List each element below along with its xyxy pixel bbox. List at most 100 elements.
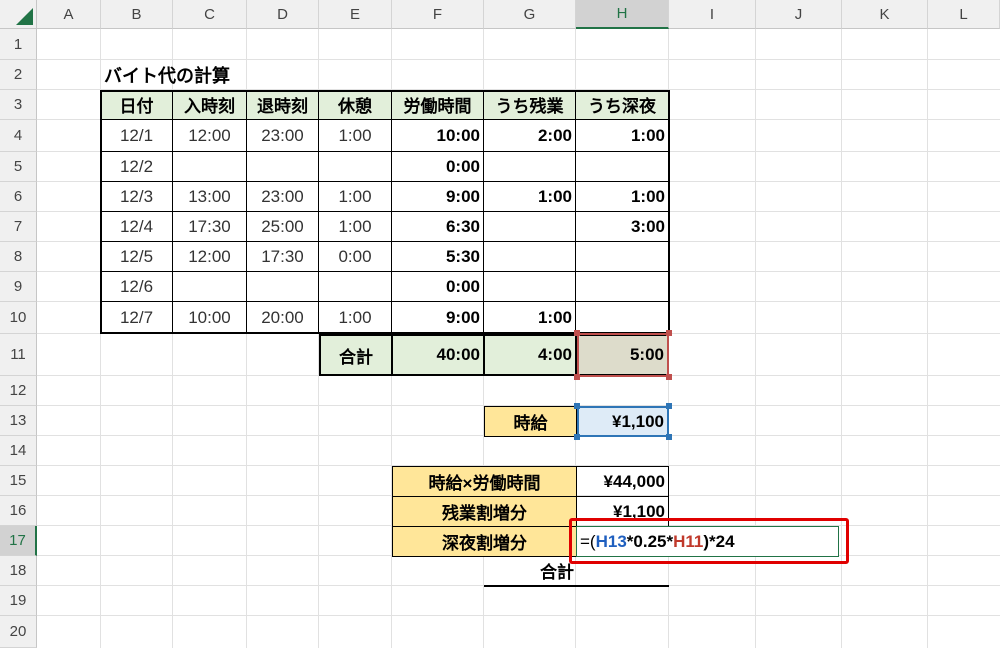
column-header-f[interactable]: F (392, 0, 484, 29)
table-cell[interactable]: 3:00 (576, 212, 669, 242)
sheet-title[interactable]: バイト代の計算 (101, 60, 401, 90)
table-cell[interactable]: 12:00 (173, 120, 247, 152)
table-cell[interactable]: 10:00 (173, 302, 247, 334)
column-header-g[interactable]: G (484, 0, 576, 29)
table-cell[interactable]: 1:00 (576, 120, 669, 152)
table-cell[interactable]: 12/5 (101, 242, 173, 272)
summary-label-cell[interactable]: 深夜割増分 (392, 526, 577, 557)
row-header-3[interactable]: 3 (0, 90, 37, 120)
table-cell[interactable]: 9:00 (392, 182, 484, 212)
row-header-12[interactable]: 12 (0, 376, 37, 406)
table-cell[interactable] (247, 272, 319, 302)
table-cell[interactable]: 1:00 (319, 302, 392, 334)
row-header-4[interactable]: 4 (0, 120, 37, 152)
table-cell[interactable] (247, 152, 319, 182)
table-cell[interactable]: 0:00 (392, 272, 484, 302)
table-cell[interactable]: 10:00 (392, 120, 484, 152)
grand-total-value-cell[interactable] (576, 556, 669, 587)
table-cell[interactable] (319, 272, 392, 302)
grand-total-label-cell[interactable]: 合計 (484, 556, 577, 587)
rate-value-cell[interactable]: ¥1,100 (577, 406, 669, 437)
total-work-cell[interactable]: 40:00 (392, 334, 485, 376)
table-cell[interactable] (576, 272, 669, 302)
table-cell[interactable]: 12/6 (101, 272, 173, 302)
row-header-11[interactable]: 11 (0, 334, 37, 376)
row-header-2[interactable]: 2 (0, 60, 37, 90)
select-all-button[interactable] (0, 0, 37, 29)
table-cell[interactable] (173, 152, 247, 182)
column-header-i[interactable]: I (669, 0, 756, 29)
table-cell[interactable]: 12:00 (173, 242, 247, 272)
total-label-cell[interactable]: 合計 (319, 334, 393, 376)
table-cell[interactable]: 1:00 (576, 182, 669, 212)
table-header-cell[interactable]: 労働時間 (392, 90, 484, 120)
table-cell[interactable]: 17:30 (173, 212, 247, 242)
table-cell[interactable]: 12/2 (101, 152, 173, 182)
row-header-10[interactable]: 10 (0, 302, 37, 334)
row-header-14[interactable]: 14 (0, 436, 37, 466)
table-header-cell[interactable]: 休憩 (319, 90, 392, 120)
table-cell[interactable] (576, 152, 669, 182)
column-header-l[interactable]: L (928, 0, 1000, 29)
table-cell[interactable] (484, 242, 576, 272)
column-header-c[interactable]: C (173, 0, 247, 29)
table-cell[interactable]: 12/4 (101, 212, 173, 242)
row-header-1[interactable]: 1 (0, 29, 37, 60)
row-header-19[interactable]: 19 (0, 586, 37, 616)
table-cell[interactable]: 12/3 (101, 182, 173, 212)
table-cell[interactable]: 23:00 (247, 120, 319, 152)
formula-edit-cell[interactable]: =(H13 *0.25* H11)*24 (576, 526, 839, 557)
rate-label-cell[interactable]: 時給 (484, 406, 577, 437)
table-cell[interactable]: 12/1 (101, 120, 173, 152)
column-header-a[interactable]: A (37, 0, 101, 29)
table-cell[interactable]: 0:00 (319, 242, 392, 272)
table-cell[interactable]: 9:00 (392, 302, 484, 334)
table-cell[interactable]: 5:30 (392, 242, 484, 272)
table-cell[interactable]: 12/7 (101, 302, 173, 334)
table-header-cell[interactable]: うち深夜 (576, 90, 669, 120)
column-header-d[interactable]: D (247, 0, 319, 29)
table-cell[interactable] (484, 212, 576, 242)
table-cell[interactable]: 25:00 (247, 212, 319, 242)
row-header-18[interactable]: 18 (0, 556, 37, 586)
table-cell[interactable]: 17:30 (247, 242, 319, 272)
column-header-j[interactable]: J (756, 0, 842, 29)
table-header-cell[interactable]: 日付 (101, 90, 173, 120)
row-header-5[interactable]: 5 (0, 152, 37, 182)
column-header-e[interactable]: E (319, 0, 392, 29)
table-cell[interactable]: 20:00 (247, 302, 319, 334)
table-header-cell[interactable]: 退時刻 (247, 90, 319, 120)
row-header-7[interactable]: 7 (0, 212, 37, 242)
table-cell[interactable] (484, 272, 576, 302)
table-cell[interactable]: 6:30 (392, 212, 484, 242)
table-cell[interactable] (576, 242, 669, 272)
summary-label-cell[interactable]: 残業割増分 (392, 496, 577, 527)
row-header-20[interactable]: 20 (0, 616, 37, 648)
column-header-k[interactable]: K (842, 0, 928, 29)
table-cell[interactable]: 13:00 (173, 182, 247, 212)
table-cell[interactable] (173, 272, 247, 302)
table-cell[interactable] (319, 152, 392, 182)
table-cell[interactable]: 1:00 (319, 120, 392, 152)
table-header-cell[interactable]: 入時刻 (173, 90, 247, 120)
summary-label-cell[interactable]: 時給×労働時間 (392, 466, 577, 497)
summary-value-cell[interactable]: ¥1,100 (576, 496, 669, 527)
total-night-cell[interactable]: 5:00 (576, 334, 669, 376)
row-header-16[interactable]: 16 (0, 496, 37, 526)
table-cell[interactable]: 23:00 (247, 182, 319, 212)
column-header-h[interactable]: H (576, 0, 669, 29)
row-header-17[interactable]: 17 (0, 526, 37, 556)
table-cell[interactable]: 0:00 (392, 152, 484, 182)
row-header-15[interactable]: 15 (0, 466, 37, 496)
table-cell[interactable]: 1:00 (484, 182, 576, 212)
table-cell[interactable] (576, 302, 669, 334)
table-cell[interactable]: 2:00 (484, 120, 576, 152)
table-cell[interactable]: 1:00 (484, 302, 576, 334)
table-cell[interactable]: 1:00 (319, 212, 392, 242)
row-header-6[interactable]: 6 (0, 182, 37, 212)
summary-value-cell[interactable]: ¥44,000 (576, 466, 669, 497)
row-header-9[interactable]: 9 (0, 272, 37, 302)
column-header-b[interactable]: B (101, 0, 173, 29)
table-cell[interactable] (484, 152, 576, 182)
row-header-13[interactable]: 13 (0, 406, 37, 436)
